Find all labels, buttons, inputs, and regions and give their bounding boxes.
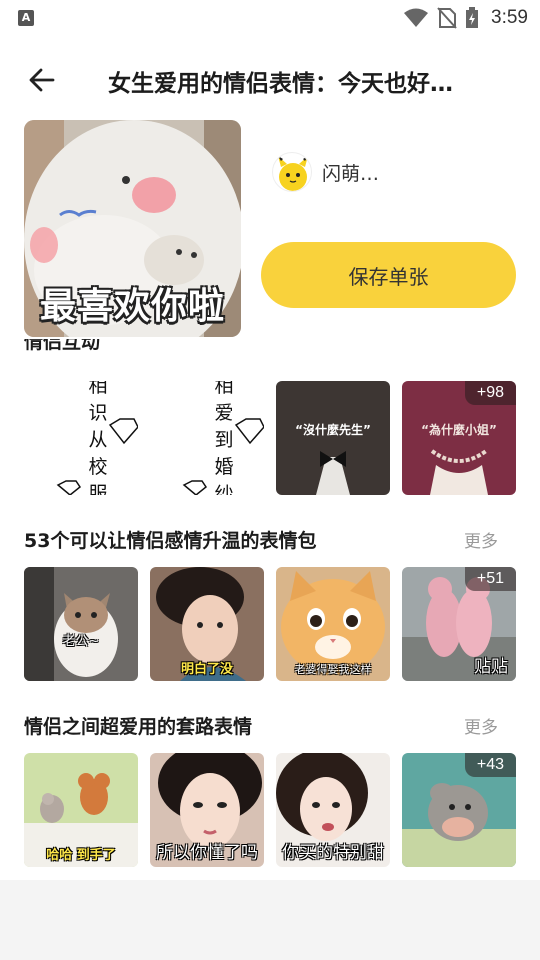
top-bar: 女生爱用的情侣表情：今天也好… — [0, 50, 540, 108]
thumb-image — [276, 381, 390, 495]
thumb-caption: “沒什麼先生” — [295, 423, 371, 437]
sticker-thumb[interactable]: 所以你懂了吗 — [150, 753, 264, 867]
avatar — [272, 152, 312, 192]
page-title: 女生爱用的情侣表情：今天也好… — [108, 71, 453, 97]
arrow-left-icon — [29, 68, 55, 92]
sticker-thumb[interactable]: 老公~ — [24, 567, 138, 681]
sticker-thumb[interactable]: “為什麼小姐” +98 — [402, 381, 516, 495]
more-link[interactable]: 更多 — [464, 713, 498, 738]
more-count-badge: +51 — [464, 567, 516, 591]
save-single-button[interactable]: 保存单张 — [261, 242, 516, 308]
thumb-row-1: 相识从校服 相爱到婚纱 “沒什麼先生” “為什麼小姐” +98 — [24, 381, 516, 495]
back-button[interactable] — [22, 60, 62, 100]
sticker-thumb[interactable]: 明白了没 — [150, 567, 264, 681]
status-icons: 3:59 — [403, 6, 528, 30]
sticker-thumb[interactable]: 相识从校服 — [24, 381, 138, 495]
section-header-1: 情侣互动 — [24, 339, 516, 365]
bottom-bar-area — [0, 880, 540, 960]
status-bar: A 3:59 — [0, 0, 540, 36]
thumb-row-3: 哈哈 到手了 所以你懂了吗 你买的特别甜 +43 — [24, 753, 516, 867]
thumb-caption: “為什麼小姐” — [421, 423, 497, 437]
more-count-badge: +98 — [464, 381, 516, 405]
sticker-thumb[interactable]: “沒什麼先生” — [276, 381, 390, 495]
notification-icon: A — [18, 10, 34, 26]
thumb-caption: 老婆得娶我这样 — [294, 663, 372, 676]
thumb-image — [150, 381, 264, 495]
vertical-text: 相识从校服 — [88, 381, 108, 495]
sticker-thumb[interactable]: +43 — [402, 753, 516, 867]
hero-sticker-image[interactable]: 最喜欢你啦 — [24, 120, 241, 337]
section-title: 53个可以让情侣感情升温的表情包 — [24, 530, 317, 552]
battery-charging-icon — [466, 7, 479, 28]
thumb-caption: 所以你懂了吗 — [156, 843, 258, 863]
sticker-thumb[interactable]: 贴贴 +51 — [402, 567, 516, 681]
clock: 3:59 — [491, 7, 528, 28]
sticker-thumb[interactable]: 老婆得娶我这样 — [276, 567, 390, 681]
section-title: 情侣之间超爱用的套路表情 — [24, 716, 253, 738]
thumb-caption: 哈哈 到手了 — [46, 848, 116, 863]
section-title: 情侣互动 — [24, 339, 101, 353]
thumb-caption: 贴贴 — [474, 657, 508, 677]
pikachu-avatar-icon — [278, 156, 308, 191]
thumb-caption: 你买的特别甜 — [282, 843, 384, 863]
more-link[interactable]: 更多 — [464, 527, 498, 552]
section-header-2: 53个可以让情侣感情升温的表情包 更多 — [24, 526, 516, 556]
thumb-caption: 老公~ — [62, 634, 100, 649]
wifi-icon — [404, 8, 429, 27]
author-info[interactable]: 闪萌… — [272, 150, 379, 194]
section-header-3: 情侣之间超爱用的套路表情 更多 — [24, 712, 516, 742]
author-name: 闪萌… — [322, 162, 380, 185]
sticker-thumb[interactable]: 你买的特别甜 — [276, 753, 390, 867]
more-count-badge: +43 — [464, 753, 516, 777]
thumb-image — [24, 381, 138, 495]
thumb-row-2: 老公~ 明白了没 老婆得娶我这样 贴贴 +51 — [24, 567, 516, 681]
vertical-text: 相爱到婚纱 — [214, 381, 234, 495]
no-sim-icon — [437, 7, 457, 29]
sticker-thumb[interactable]: 哈哈 到手了 — [24, 753, 138, 867]
thumb-image — [24, 567, 138, 681]
thumb-caption: 明白了没 — [180, 662, 233, 677]
hero-caption: 最喜欢你啦 — [39, 286, 225, 327]
sticker-thumb[interactable]: 相爱到婚纱 — [150, 381, 264, 495]
